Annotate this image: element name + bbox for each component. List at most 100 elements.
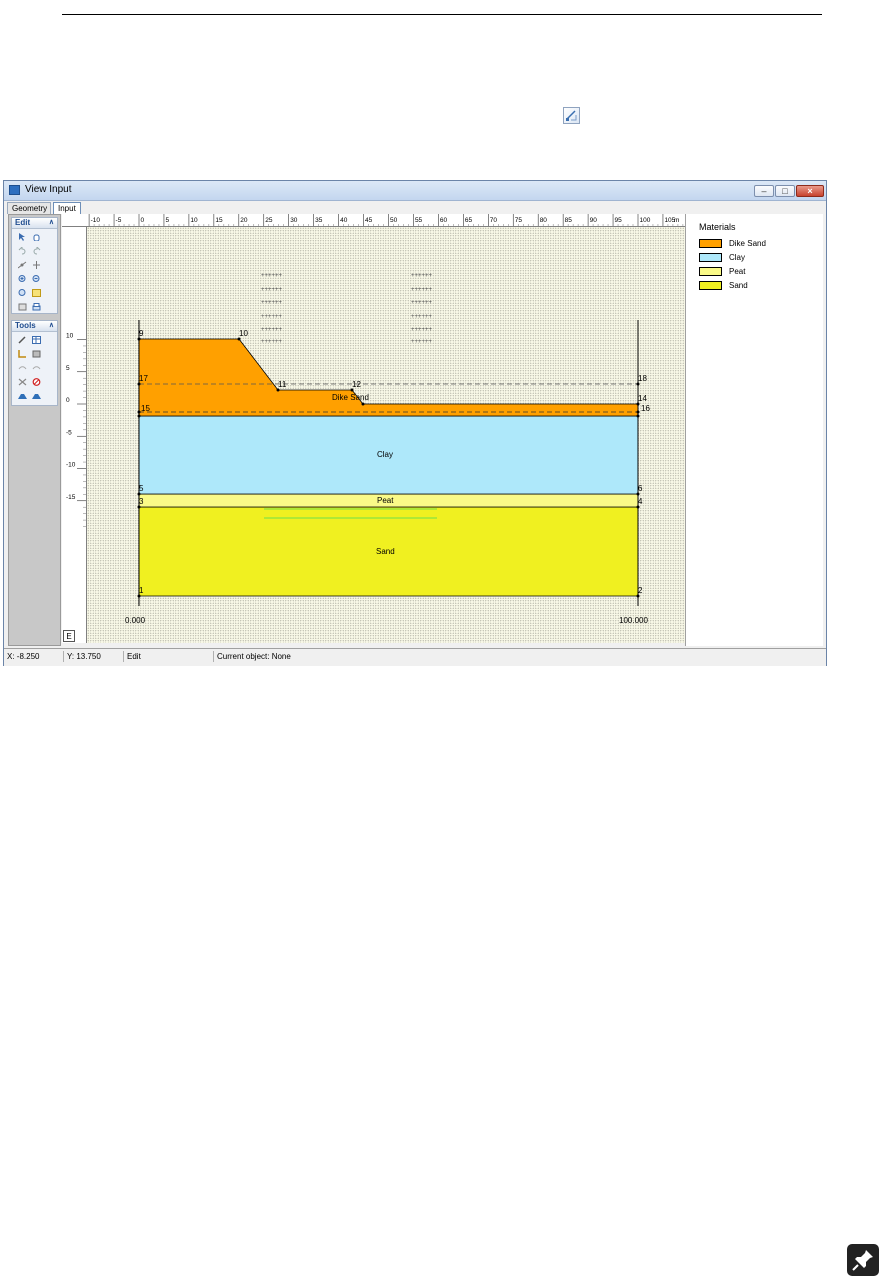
move-tool-icon[interactable]: [31, 260, 42, 270]
ruler-tick-label: 45: [365, 217, 373, 224]
ruler-tick-label: 75: [515, 217, 523, 224]
layer-dike-sand: [138, 338, 639, 417]
layer-label-sand: Sand: [376, 547, 395, 556]
ruler-tick-label: -5: [66, 429, 72, 436]
ruler-tick-label: 100: [640, 217, 651, 224]
app-icon: [9, 185, 20, 195]
svg-text:++++++: ++++++: [411, 339, 433, 345]
tools-panel-title: Tools: [15, 321, 36, 330]
connect-tool-icon[interactable]: [17, 363, 28, 373]
status-x: X: -8.250: [4, 651, 64, 662]
close-button[interactable]: ×: [796, 185, 824, 197]
no-entry-tool-icon[interactable]: [31, 377, 42, 387]
tab-input[interactable]: Input: [53, 202, 81, 214]
status-current-object: Current object: None: [217, 652, 291, 661]
properties-icon[interactable]: [17, 302, 28, 312]
point-label: 14: [638, 394, 647, 403]
point-label: 9: [139, 329, 144, 338]
collapse-chevron-icon[interactable]: ∧: [49, 321, 54, 331]
tools-panel-header[interactable]: Tools ∧: [12, 321, 57, 332]
boundary-tool-icon[interactable]: [31, 391, 42, 401]
edit-panel: Edit ∧: [11, 217, 58, 314]
edit-panel-title: Edit: [15, 218, 31, 227]
print-icon[interactable]: [31, 302, 42, 312]
legend-label: Peat: [729, 267, 746, 276]
redo-tool-icon[interactable]: [31, 246, 42, 256]
point-label: 18: [638, 374, 647, 383]
materials-legend: Materials Dike Sand Clay Peat Sand: [685, 214, 823, 646]
point-label: 17: [139, 374, 148, 383]
x-label-right: 100.000: [619, 616, 648, 625]
ruler-tick-label: 5: [66, 365, 70, 372]
select-tool-icon[interactable]: [17, 232, 28, 242]
point-label: 3: [139, 497, 144, 506]
edit-panel-header[interactable]: Edit ∧: [12, 218, 57, 229]
status-mode: Edit: [124, 651, 214, 662]
minimize-button[interactable]: –: [754, 185, 774, 197]
zoom-area-icon[interactable]: [31, 288, 42, 298]
legend-swatch: [699, 239, 722, 248]
load-markers: ++++++ ++++++ ++++++ ++++++ ++++++ ++++++ ++…: [261, 273, 433, 345]
ruler-tool-icon[interactable]: [17, 349, 28, 359]
tool-sidebar: Edit ∧ Tools ∧: [8, 214, 61, 646]
ruler-tick-label: -15: [66, 494, 76, 501]
svg-text:++++++: ++++++: [411, 300, 433, 306]
tab-geometry[interactable]: Geometry: [7, 202, 51, 214]
maximize-button[interactable]: □: [775, 185, 795, 197]
svg-text:++++++: ++++++: [261, 287, 283, 293]
zoom-extents-button[interactable]: E: [63, 630, 75, 642]
point-label: 10: [239, 329, 248, 338]
edit-tool-icon[interactable]: [17, 335, 28, 345]
zoom-limits-icon[interactable]: [17, 288, 28, 298]
pan-tool-icon[interactable]: [31, 232, 42, 242]
legend-swatch: [699, 253, 722, 262]
layer-label-clay: Clay: [377, 450, 393, 459]
point-label: 12: [352, 380, 361, 389]
horizontal-ruler: -10 -5 0 5 10 15 20 25 30 35 40 45 50 55 60 65 70 75 80 85 9…: [62, 214, 685, 227]
table-tool-icon[interactable]: [31, 335, 42, 345]
geometry-canvas[interactable]: ++++++ ++++++ ++++++ ++++++ ++++++ ++++++ ++…: [87, 227, 685, 643]
tools-panel: Tools ∧: [11, 320, 58, 406]
ruler-tick-label: 20: [240, 217, 248, 224]
ruler-tick-label: 0: [141, 217, 145, 224]
view-input-window: View Input – □ × Geometry Input Edit ∧ T…: [3, 180, 827, 666]
point-label: 16: [641, 404, 650, 413]
disconnect-tool-icon[interactable]: [31, 363, 42, 373]
status-y: Y: 13.750: [64, 651, 124, 662]
layers-tool-icon[interactable]: [31, 349, 42, 359]
layer-label-dike-sand: Dike Sand: [332, 393, 369, 402]
ruler-tick-label: 50: [390, 217, 398, 224]
status-bar: X: -8.250 Y: 13.750 Edit Current object:…: [4, 648, 826, 666]
legend-title: Materials: [699, 222, 736, 232]
ruler-tick-label: 25: [265, 217, 273, 224]
ruler-tick-label: 70: [490, 217, 498, 224]
ruler-tick-label: 60: [440, 217, 448, 224]
legend-label: Clay: [729, 253, 746, 262]
ruler-tick-label: 85: [565, 217, 573, 224]
legend-label: Sand: [729, 281, 748, 290]
point-label: 2: [638, 586, 643, 595]
ruler-tick-label: 40: [340, 217, 348, 224]
legend-swatch: [699, 267, 722, 276]
view-input-button-icon[interactable]: [563, 107, 580, 124]
ruler-tick-label: 10: [190, 217, 198, 224]
add-point-tool-icon[interactable]: [17, 260, 28, 270]
svg-text:++++++: ++++++: [411, 287, 433, 293]
vertical-ruler: 10 5 0 -5 -10 -15: [62, 227, 87, 643]
ruler-tick-label: -10: [91, 217, 101, 224]
point-label: 1: [139, 586, 144, 595]
collapse-chevron-icon[interactable]: ∧: [49, 218, 54, 228]
pl-line-tool-icon[interactable]: [17, 391, 28, 401]
ruler-unit: m: [674, 217, 679, 224]
svg-text:++++++: ++++++: [261, 314, 283, 320]
zoom-out-icon[interactable]: [31, 274, 42, 284]
ruler-tick-label: 65: [465, 217, 473, 224]
page-top-rule: [62, 14, 822, 15]
delete-tool-icon[interactable]: [17, 377, 28, 387]
zoom-in-icon[interactable]: [17, 274, 28, 284]
undo-tool-icon[interactable]: [17, 246, 28, 256]
svg-text:++++++: ++++++: [261, 273, 283, 279]
window-titlebar: View Input – □ ×: [4, 181, 826, 201]
window-title: View Input: [25, 184, 72, 195]
ruler-tick-label: 10: [66, 333, 74, 340]
